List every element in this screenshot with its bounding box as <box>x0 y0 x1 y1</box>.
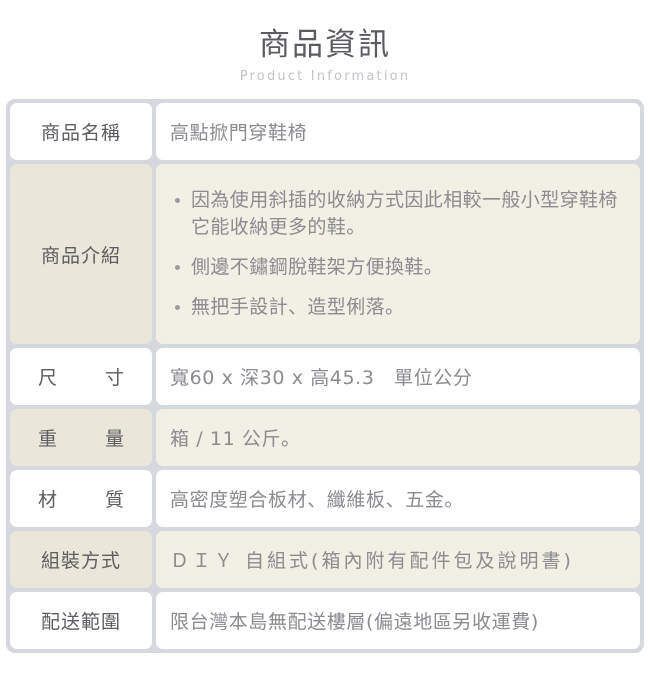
row-label-assembly: 組裝方式 <box>10 531 152 588</box>
row-label-dimensions-char2: 寸 <box>104 367 124 389</box>
table-row: 商品名稱 高點掀門穿鞋椅 <box>10 103 640 160</box>
row-value-product-name: 高點掀門穿鞋椅 <box>156 103 640 160</box>
list-item: 因為使用斜插的收納方式因此相較一般小型穿鞋椅它能收納更多的鞋。 <box>172 187 626 241</box>
intro-bullet-list: 因為使用斜插的收納方式因此相較一般小型穿鞋椅它能收納更多的鞋。 側邊不鏽鋼脫鞋架… <box>172 187 626 321</box>
page-header: 商品資訊 Product Information <box>0 0 650 84</box>
table-row: 商品介紹 因為使用斜插的收納方式因此相較一般小型穿鞋椅它能收納更多的鞋。 側邊不… <box>10 164 640 344</box>
list-item: 側邊不鏽鋼脫鞋架方便換鞋。 <box>172 254 626 281</box>
row-value-shipping: 限台灣本島無配送樓層(偏遠地區另收運費) <box>156 592 640 649</box>
table-row: 材 質 高密度塑合板材、纖維板、五金。 <box>10 470 640 527</box>
row-label-product-intro: 商品介紹 <box>10 164 152 344</box>
row-value-product-intro: 因為使用斜插的收納方式因此相較一般小型穿鞋椅它能收納更多的鞋。 側邊不鏽鋼脫鞋架… <box>156 164 640 344</box>
row-label-shipping: 配送範圍 <box>10 592 152 649</box>
page-title: 商品資訊 <box>259 27 391 63</box>
row-label-weight-char2: 量 <box>104 428 124 450</box>
product-information-page: 商品資訊 Product Information 商品名稱 高點掀門穿鞋椅 商品… <box>0 0 650 680</box>
row-value-weight: 箱 / 11 公斤。 <box>156 409 640 466</box>
table-row: 組裝方式 ＤＩＹ 自組式(箱內附有配件包及說明書) <box>10 531 640 588</box>
row-label-material: 材 質 <box>10 470 152 527</box>
row-value-dimensions: 寬60 x 深30 x 高45.3 單位公分 <box>156 348 640 405</box>
row-label-material-char2: 質 <box>104 489 124 511</box>
row-label-product-name: 商品名稱 <box>10 103 152 160</box>
row-label-dimensions: 尺 寸 <box>10 348 152 405</box>
row-label-material-char1: 材 <box>38 489 58 511</box>
product-spec-table: 商品名稱 高點掀門穿鞋椅 商品介紹 因為使用斜插的收納方式因此相較一般小型穿鞋椅… <box>6 99 644 653</box>
row-label-dimensions-char1: 尺 <box>38 367 58 389</box>
page-subtitle: Product Information <box>239 68 411 84</box>
table-row: 配送範圍 限台灣本島無配送樓層(偏遠地區另收運費) <box>10 592 640 649</box>
list-item: 無把手設計、造型俐落。 <box>172 294 626 321</box>
row-value-assembly: ＤＩＹ 自組式(箱內附有配件包及說明書) <box>156 531 640 588</box>
row-label-weight: 重 量 <box>10 409 152 466</box>
row-value-material: 高密度塑合板材、纖維板、五金。 <box>156 470 640 527</box>
row-label-weight-char1: 重 <box>38 428 58 450</box>
table-row: 重 量 箱 / 11 公斤。 <box>10 409 640 466</box>
table-row: 尺 寸 寬60 x 深30 x 高45.3 單位公分 <box>10 348 640 405</box>
